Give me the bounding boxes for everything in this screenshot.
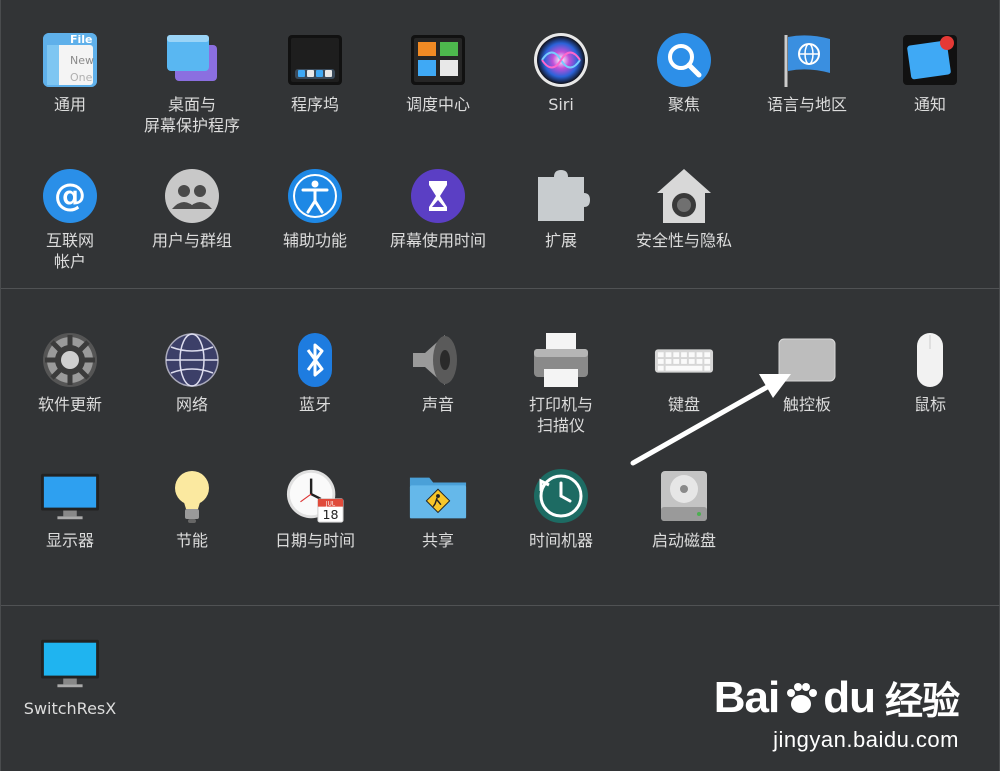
paw-icon <box>787 682 818 713</box>
system-preferences-window: File New One 通用 桌面与 屏幕保护程序 程序坞 调度中心 Siri… <box>0 0 1000 771</box>
annotation-arrow <box>630 374 791 466</box>
watermark-brand-start: Bai <box>713 672 780 722</box>
watermark-url: jingyan.baidu.com <box>773 727 959 752</box>
watermark-brand-cn: 经验 <box>884 681 960 723</box>
watermark-brand: Bai du 经验 <box>713 670 960 725</box>
watermark-brand-end: du <box>823 672 876 722</box>
baidu-watermark: Bai du 经验 jingyan.baidu.com <box>713 670 960 753</box>
